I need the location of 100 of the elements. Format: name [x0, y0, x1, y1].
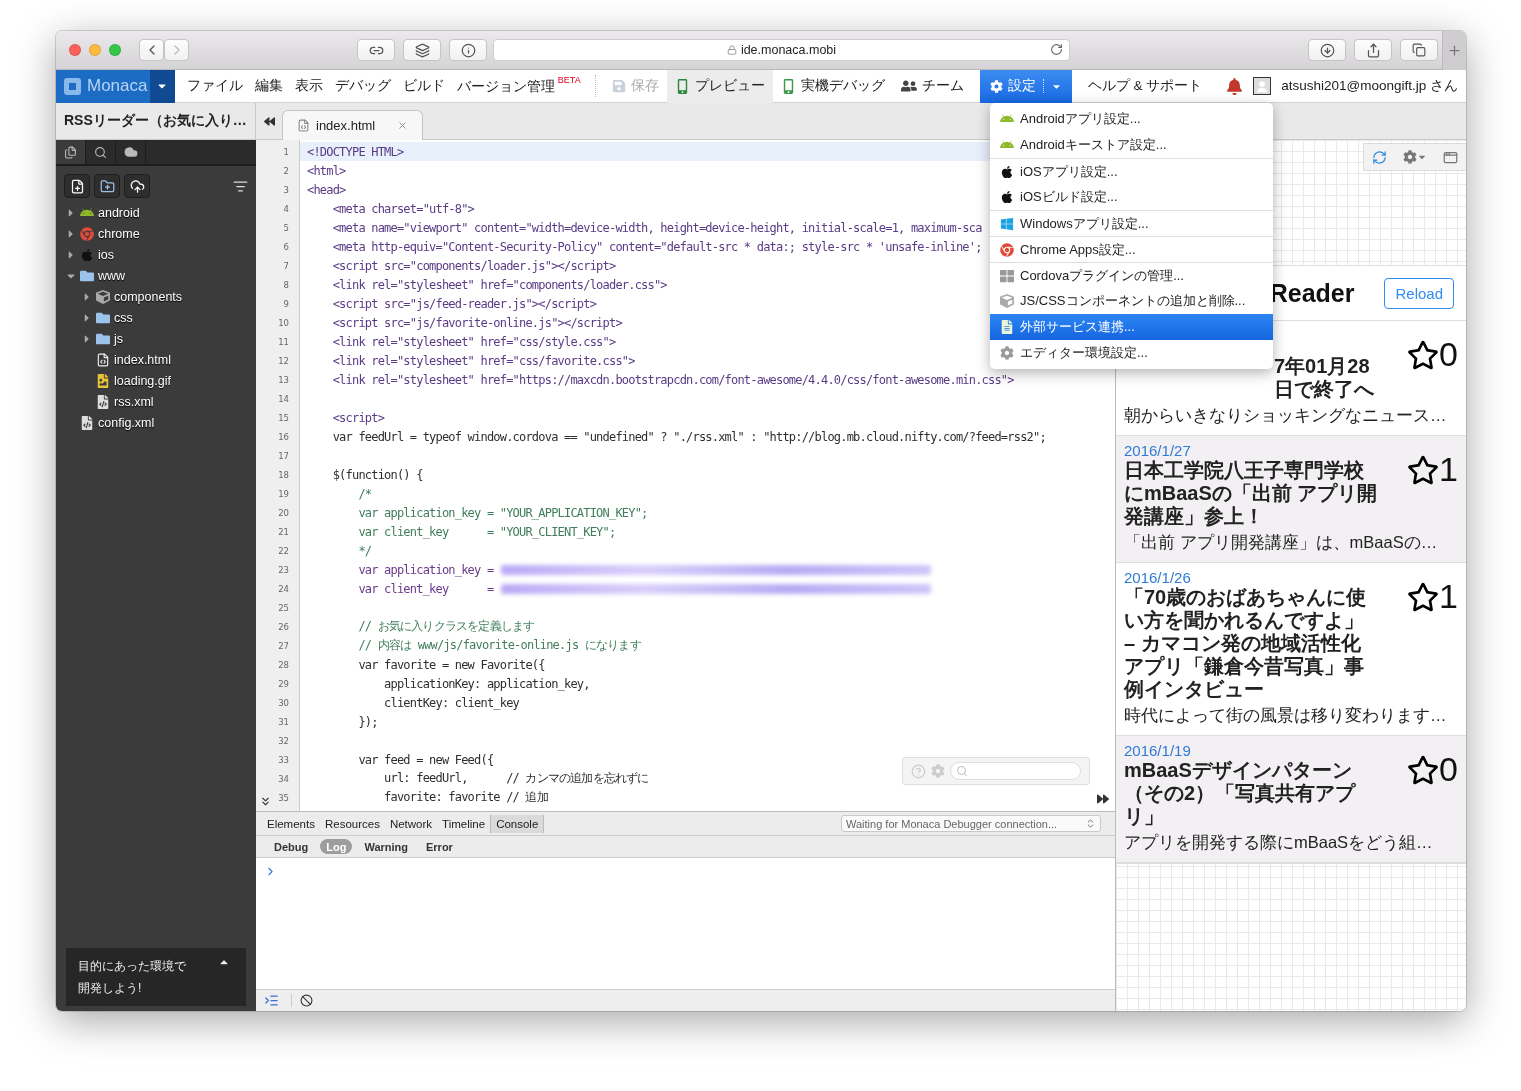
tree-item[interactable]: js: [56, 328, 256, 349]
menu-item[interactable]: デバッグ: [328, 77, 397, 95]
folder-plus-icon: [99, 178, 115, 194]
settings-icon: [989, 79, 1003, 93]
info-button[interactable]: [449, 39, 487, 61]
expand-icon[interactable]: [1097, 793, 1109, 805]
log-filter[interactable]: Error: [420, 839, 459, 854]
close-button[interactable]: [69, 44, 81, 56]
menu-item[interactable]: Cordovaプラグインの管理...: [990, 262, 1273, 288]
menu-item[interactable]: 編集: [248, 77, 289, 95]
devtools-tab[interactable]: Elements: [262, 814, 320, 833]
logo-icon: [64, 77, 81, 95]
chrome-icon: [80, 226, 94, 241]
new-file-button[interactable]: [64, 174, 90, 198]
upload-icon: [129, 178, 145, 194]
menu-item[interactable]: Androidアプリ設定...: [990, 106, 1273, 132]
code-line: var client_key = "YOUR_CLIENT_KEY";: [357, 524, 616, 539]
menu-item[interactable]: Windowsアプリ設定...: [990, 210, 1273, 236]
toolbar-button[interactable]: 設定: [979, 69, 1072, 103]
star-icon[interactable]: [1407, 339, 1440, 371]
package-icon: [1000, 294, 1014, 308]
devtools-tab[interactable]: Network: [384, 814, 438, 833]
refresh-icon[interactable]: [1372, 149, 1387, 165]
file-name: www: [98, 268, 126, 283]
tree-item[interactable]: www: [56, 265, 256, 286]
help-link[interactable]: ヘルプ & サポート: [1087, 77, 1203, 95]
tree-item[interactable]: rss.xml: [56, 391, 256, 412]
file-name: config.xml: [98, 415, 155, 430]
code-line: url: feedUrl, // カンマの追加を忘れずに: [383, 770, 649, 787]
upload-button[interactable]: [124, 174, 150, 198]
fold-icon[interactable]: [259, 795, 272, 808]
code-line: var favorite = new Favorite({: [357, 657, 545, 672]
file-name: ios: [98, 247, 114, 262]
toolbar-button[interactable]: プレビュー: [666, 69, 773, 103]
toolbar-button[interactable]: 実機デバッグ: [772, 69, 893, 103]
star-icon[interactable]: [1407, 454, 1440, 486]
apple-icon: [1000, 190, 1014, 204]
log-filter[interactable]: Debug: [268, 839, 315, 854]
article-snippet: アプリを開発する際にmBaaSをどう組…: [1124, 832, 1434, 853]
console-toggle-icon[interactable]: [264, 993, 279, 1008]
code-line: <script src="components/loader.js"></script>: [331, 258, 616, 273]
devtools-tab[interactable]: Resources: [319, 814, 385, 833]
tree-item[interactable]: css: [56, 307, 256, 328]
devtools-tab[interactable]: Console: [490, 814, 545, 833]
log-filter[interactable]: Warning: [358, 839, 414, 854]
code-file-icon: [80, 415, 94, 430]
tree-item[interactable]: index.html: [56, 349, 256, 370]
list-icon: [233, 178, 248, 194]
menu-item[interactable]: Chrome Apps設定...: [990, 236, 1273, 262]
window-icon[interactable]: [1443, 149, 1458, 165]
tree-item[interactable]: chrome: [56, 223, 256, 244]
files-tab[interactable]: [56, 140, 86, 164]
search-field[interactable]: [950, 762, 1081, 780]
clear-icon[interactable]: [300, 994, 313, 1007]
menu-item[interactable]: 表示: [288, 77, 329, 95]
rewind-icon: [263, 115, 275, 127]
star-icon[interactable]: [1407, 754, 1440, 786]
connection-select[interactable]: Waiting for Monaca Debugger connection...: [841, 815, 1101, 832]
line-number: 20: [278, 507, 289, 518]
menu-item[interactable]: ファイル: [180, 77, 249, 95]
article-item[interactable]: 2016/1/27 日本工学院八王子専門学校にmBaaSの「出前 アプリ開発講座」参上！ 「出前 アプリ開発講座」は、mBaaSの… 1: [1116, 436, 1466, 563]
menu-item[interactable]: ビルド: [396, 77, 451, 95]
user-name[interactable]: atsushi201@moongift.jp さん: [1281, 77, 1458, 95]
menu-item[interactable]: Androidキーストア設定...: [990, 132, 1273, 158]
devtools-tab[interactable]: Timeline: [437, 814, 491, 833]
tree-item[interactable]: loading.gif: [56, 370, 256, 391]
tree-item[interactable]: ios: [56, 244, 256, 265]
new-folder-button[interactable]: [94, 174, 120, 198]
menu-item[interactable]: JS/CSSコンポーネントの追加と削除...: [990, 288, 1273, 314]
link-button[interactable]: [357, 39, 395, 61]
settings-icon: [931, 764, 945, 778]
address-field[interactable]: ide.monaca.mobi: [493, 39, 1070, 61]
bell-icon[interactable]: [1226, 77, 1244, 95]
promo-panel[interactable]: 目的にあった環境で 開発しよう!: [66, 948, 246, 1006]
toolbar-button[interactable]: チーム: [892, 69, 972, 103]
menu-item[interactable]: 外部サービス連携...: [990, 314, 1273, 340]
article-item[interactable]: 2016/1/19 mBaaSデザインパターン（その2）「写真共有アプリ」 アプリを開発する際にmBaaSをどう組… 0: [1116, 736, 1466, 863]
download-button[interactable]: [1308, 39, 1346, 61]
close-icon[interactable]: [397, 120, 409, 131]
tabs-button[interactable]: [1400, 39, 1438, 61]
file-icon: [1000, 320, 1014, 334]
line-number: 16: [278, 431, 289, 442]
tree-item[interactable]: components: [56, 286, 256, 307]
menu-item[interactable]: iOSアプリ設定...: [990, 158, 1273, 184]
line-number: 35: [278, 792, 289, 803]
windows-icon: [1000, 216, 1014, 231]
editor-tab[interactable]: index.html: [282, 110, 424, 140]
sort-menu-button[interactable]: [233, 178, 248, 194]
tree-item[interactable]: android: [56, 202, 256, 223]
star-icon[interactable]: [1407, 581, 1440, 613]
tree-item[interactable]: config.xml: [56, 412, 256, 433]
files-icon: [64, 145, 77, 159]
reload-icon[interactable]: [1050, 43, 1063, 56]
settings-menu-icon[interactable]: [1403, 150, 1427, 164]
line-number: 9: [283, 298, 289, 309]
layers-button[interactable]: [403, 39, 441, 61]
menu-item[interactable]: iOSビルド設定...: [990, 184, 1273, 210]
share-button[interactable]: [1354, 39, 1392, 61]
menu-item[interactable]: バージョン管理 $^{BETA}$: [450, 76, 587, 96]
cloud-icon: [123, 145, 138, 159]
